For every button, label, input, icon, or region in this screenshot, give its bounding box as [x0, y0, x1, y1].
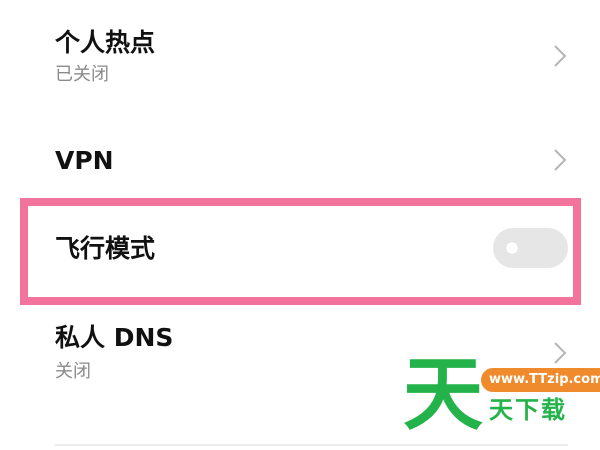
settings-item-vpn[interactable]: VPN [0, 110, 600, 200]
settings-screen: 个人热点 已关闭 VPN 飞行模式 私人 DNS 关闭 天 www.TTzip.… [0, 0, 600, 450]
private-dns-status: 关闭 [55, 361, 91, 382]
vpn-title: VPN [55, 146, 114, 175]
toggle-knob [506, 242, 518, 254]
private-dns-title: 私人 DNS [55, 323, 174, 352]
divider [55, 444, 568, 446]
watermark-text: 天下载 [489, 396, 567, 424]
chevron-right-icon [552, 44, 568, 68]
settings-item-airplane-mode: 飞行模式 [0, 198, 600, 305]
airplane-mode-toggle[interactable] [493, 228, 568, 268]
watermark-url: www.TTzip.com [481, 368, 600, 392]
hotspot-title: 个人热点 [55, 28, 156, 57]
chevron-right-icon [552, 341, 568, 365]
settings-item-hotspot[interactable]: 个人热点 已关闭 [0, 0, 600, 110]
airplane-mode-title: 飞行模式 [55, 234, 156, 263]
hotspot-status: 已关闭 [55, 64, 109, 85]
chevron-right-icon [552, 148, 568, 172]
watermark-logo: 天 [403, 348, 483, 441]
